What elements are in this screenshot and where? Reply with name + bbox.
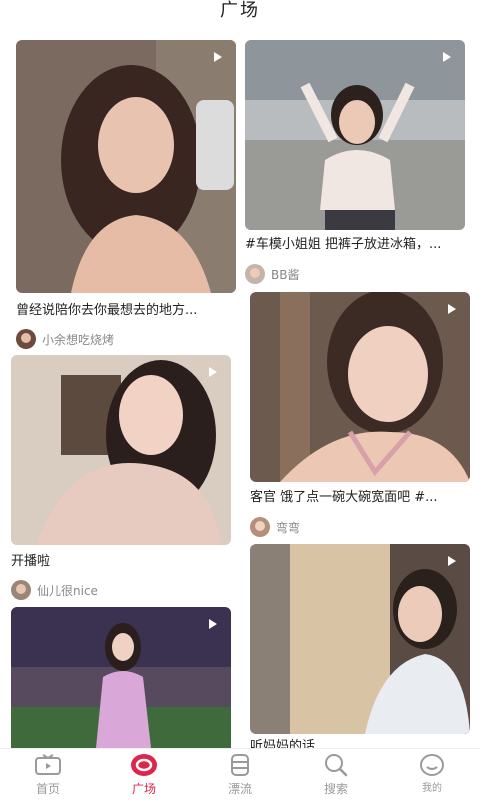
tab-home[interactable]: 首页 [0,749,96,800]
author-row[interactable]: BB酱 [245,264,299,284]
video-title: #车模小姐姐 把裤子放进冰箱，... [245,237,442,252]
feed-card-1[interactable]: 曾经说陪你去你最想去的地方... 小余想吃烧烤 [16,40,236,350]
video-title: 客官 饿了点一碗大碗宽面吧 #... [250,490,438,505]
profile-icon [417,753,447,777]
author-name: 仙儿很nice [37,583,98,598]
play-icon [448,556,456,566]
video-title: 听妈妈的话 [250,739,316,748]
top-bar: 广场 [0,0,480,28]
search-icon [321,753,351,777]
tab-profile[interactable]: 我的 [384,749,480,800]
bottle-icon [225,753,255,777]
square-icon [129,753,159,777]
feed-card-5[interactable] [11,607,231,748]
video-thumbnail[interactable] [250,544,470,734]
feed-card-3[interactable]: 开播啦 仙儿很nice [11,355,231,603]
feed-card-4[interactable]: 客官 饿了点一碗大碗宽面吧 #... 弯弯 [250,292,470,540]
video-title: 开播啦 [11,554,51,569]
tab-label: 我的 [422,783,442,794]
author-name: 弯弯 [276,520,301,535]
author-name: BB酱 [271,267,300,282]
video-thumbnail[interactable] [250,292,470,482]
author-row[interactable]: 小余想吃烧烤 [16,329,114,349]
tab-label: 首页 [35,782,60,796]
bottom-tab-bar: 首页 广场 漂流 搜索 我的 [0,748,480,800]
page-title: 广场 [220,0,260,21]
video-title: 曾经说陪你去你最想去的地方... [16,303,198,318]
tab-search[interactable]: 搜索 [288,749,384,800]
feed-card-6[interactable]: 听妈妈的话 [250,544,470,748]
avatar [250,517,270,537]
feed-card-2[interactable]: #车模小姐姐 把裤子放进冰箱，... BB酱 [245,40,465,285]
video-thumbnail[interactable] [16,40,236,293]
tab-label: 搜索 [323,782,348,796]
author-name: 小余想吃烧烤 [42,332,115,347]
play-icon [443,52,451,62]
video-thumbnail[interactable] [11,607,231,748]
avatar [245,264,265,284]
avatar [16,329,36,349]
play-icon [209,367,217,377]
tab-drift[interactable]: 漂流 [192,749,288,800]
video-thumbnail[interactable] [245,40,465,230]
play-icon [209,619,217,629]
tab-label: 漂流 [227,782,252,796]
video-thumbnail[interactable] [11,355,231,545]
play-icon [214,52,222,62]
tab-square[interactable]: 广场 [96,749,192,800]
author-row[interactable]: 仙儿很nice [11,580,98,600]
avatar [11,580,31,600]
tab-label: 广场 [131,782,156,796]
tv-icon [33,753,63,777]
author-row[interactable]: 弯弯 [250,517,300,537]
play-icon [448,304,456,314]
